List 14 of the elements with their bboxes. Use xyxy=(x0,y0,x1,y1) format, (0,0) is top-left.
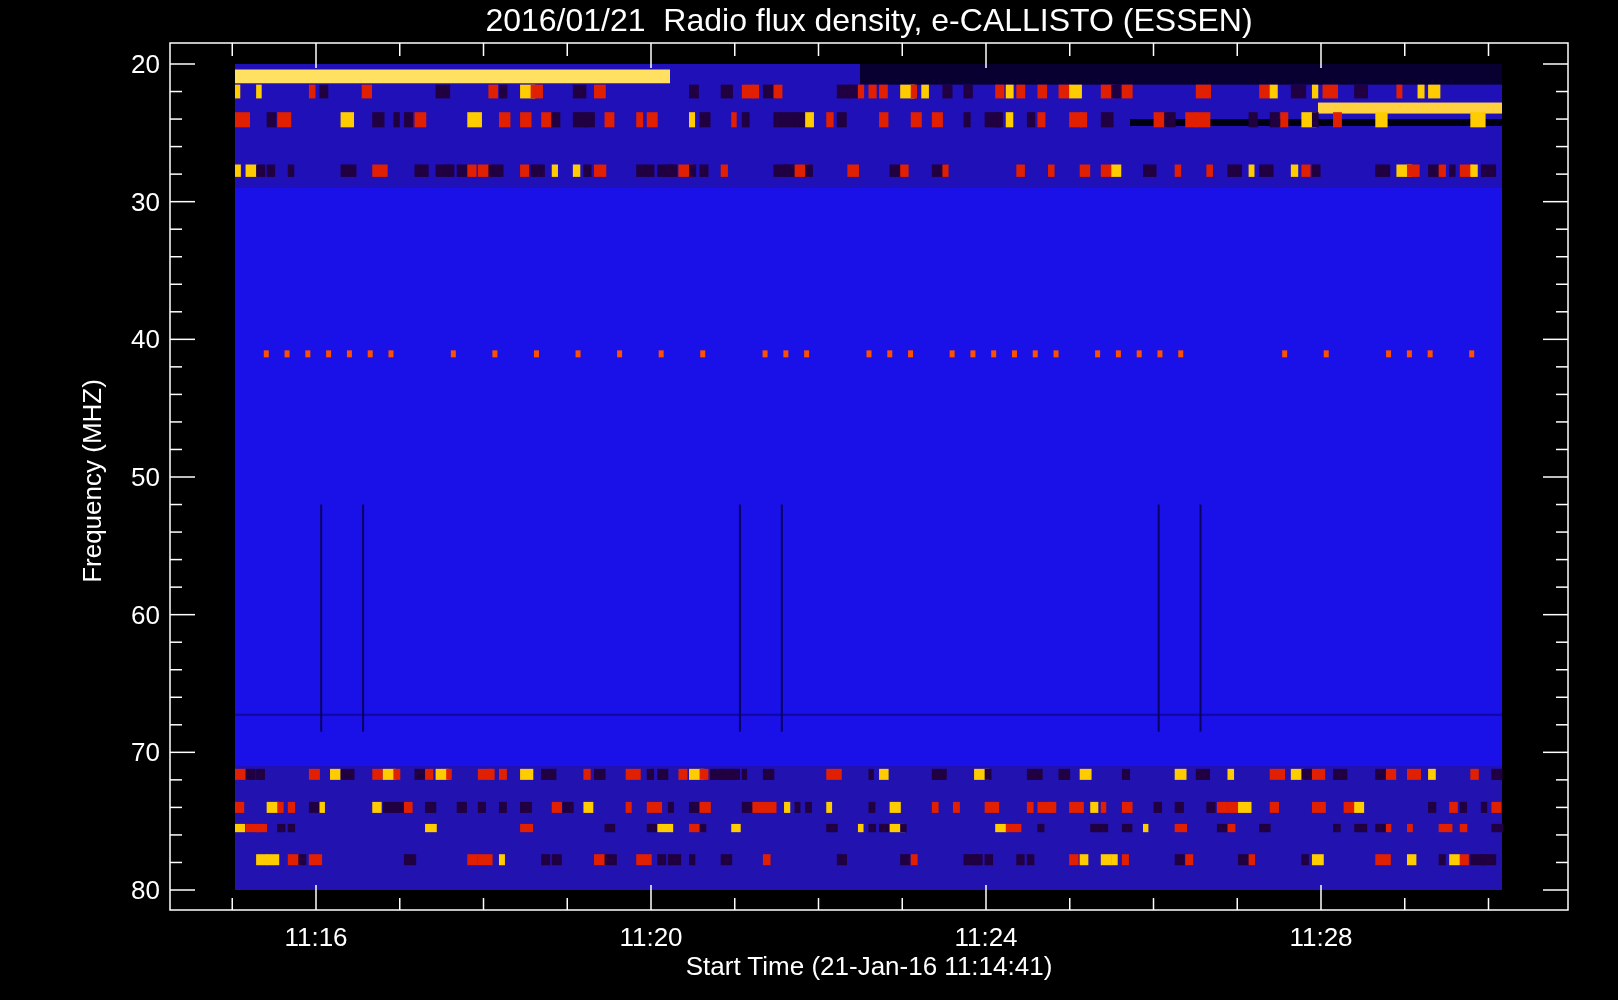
x-tick-label: 11:20 xyxy=(619,922,683,952)
y-tick-label: 70 xyxy=(131,737,160,768)
y-tick-label: 40 xyxy=(131,324,160,355)
x-tick-label: 11:28 xyxy=(1289,922,1353,952)
x-tick-label: 11:24 xyxy=(954,922,1018,952)
y-tick-label: 60 xyxy=(131,599,160,630)
chart-title: 2016/01/21 Radio flux density, e-CALLISTO (ESSEN) xyxy=(485,2,1253,38)
x-tick-label: 11:16 xyxy=(284,922,348,952)
y-tick-label: 50 xyxy=(131,462,160,492)
y-axis-label: Frequency (MHZ) xyxy=(77,379,107,583)
y-tick-label: 80 xyxy=(131,875,160,905)
y-tick-label: 20 xyxy=(131,49,160,79)
x-axis-label: Start Time (21-Jan-16 11:14:41) xyxy=(685,951,1053,981)
y-tick-label: 30 xyxy=(131,186,160,217)
